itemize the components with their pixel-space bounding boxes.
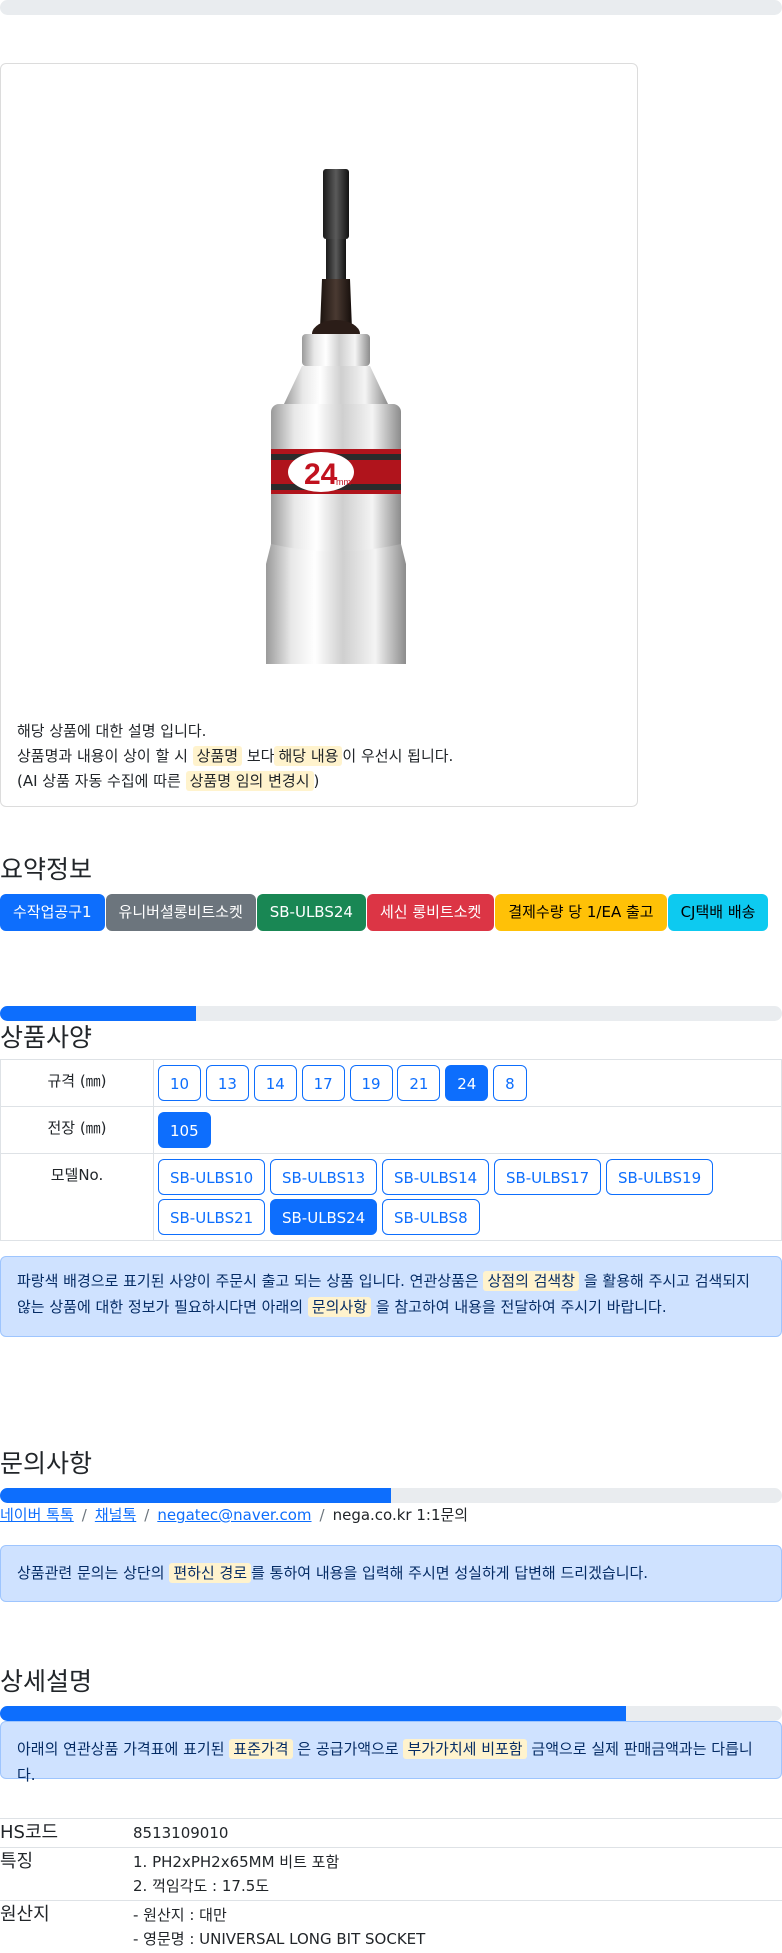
summary-badge: 수작업공구1 bbox=[0, 894, 105, 931]
spec-option-button[interactable]: SB-ULBS8 bbox=[382, 1199, 480, 1235]
spec-row: 전장 (㎜)105 bbox=[1, 1107, 782, 1154]
socket-size-label: 24 bbox=[304, 458, 338, 491]
top-progress-bar bbox=[0, 0, 782, 15]
channel-talk-link[interactable]: 채널톡 bbox=[95, 1506, 136, 1524]
detail-value-line: 8513109010 bbox=[133, 1821, 782, 1845]
spec-option-button[interactable]: 24 bbox=[445, 1065, 488, 1101]
spec-option-button[interactable]: 21 bbox=[397, 1065, 440, 1101]
spec-row-label: 규격 (㎜) bbox=[1, 1060, 154, 1107]
spec-option-button[interactable]: 10 bbox=[158, 1065, 201, 1101]
note-line-2: 상품명과 내용이 상이 할 시 상품명 보다해당 내용이 우선시 됩니다. bbox=[17, 744, 453, 769]
spec-row-label: 전장 (㎜) bbox=[1, 1107, 154, 1154]
spec-option-button[interactable]: 8 bbox=[493, 1065, 527, 1101]
note-line-3: (AI 상품 자동 수집에 따른 상품명 임의 변경시) bbox=[17, 769, 453, 794]
spec-option-button[interactable]: 17 bbox=[302, 1065, 345, 1101]
inquiry-progress-bar bbox=[0, 1488, 782, 1503]
detail-value-line: - 영문명 : UNIVERSAL LONG BIT SOCKET bbox=[133, 1927, 782, 1951]
site-inquiry-text: nega.co.kr 1:1문의 bbox=[333, 1506, 469, 1524]
highlight-inquiry: 문의사항 bbox=[308, 1297, 371, 1317]
highlight-store-search: 상점의 검색창 bbox=[483, 1271, 579, 1291]
spec-row: 규격 (㎜)10 13 14 17 19 21 24 8 bbox=[1, 1060, 782, 1107]
detail-value: 1. PH2xPH2x65MM 비트 포함2. 꺽임각도 : 17.5도 bbox=[133, 1848, 782, 1901]
highlight-standard-price: 표준가격 bbox=[229, 1739, 292, 1759]
summary-badges: 수작업공구1유니버셜롱비트소켓SB-ULBS24세신 롱비트소켓결제수량 당 1… bbox=[0, 894, 769, 931]
spec-table: 규격 (㎜)10 13 14 17 19 21 24 8 전장 (㎜)105 모… bbox=[0, 1059, 782, 1241]
product-image: 24 mm bbox=[256, 104, 416, 664]
highlight-vat-excluded: 부가가치세 비포함 bbox=[403, 1739, 526, 1759]
detail-value-line: 2. 꺽임각도 : 17.5도 bbox=[133, 1874, 782, 1898]
spec-option-button[interactable]: SB-ULBS21 bbox=[158, 1199, 265, 1235]
note-line-1: 해당 상품에 대한 설명 입니다. bbox=[17, 719, 453, 744]
spec-progress-bar bbox=[0, 1006, 782, 1021]
detail-value: - 원산지 : 대만- 영문명 : UNIVERSAL LONG BIT SOC… bbox=[133, 1901, 782, 1953]
naver-talktalk-link[interactable]: 네이버 톡톡 bbox=[0, 1506, 74, 1524]
highlight-content: 해당 내용 bbox=[274, 746, 342, 766]
detail-key: HS코드 bbox=[0, 1819, 133, 1848]
spec-row-label: 모델No. bbox=[1, 1154, 154, 1241]
spec-option-button[interactable]: SB-ULBS14 bbox=[382, 1159, 489, 1195]
spec-notice: 파랑색 배경으로 표기된 사양이 주문시 출고 되는 상품 입니다. 연관상품은… bbox=[0, 1256, 782, 1337]
spec-title: 상품사양 bbox=[0, 1018, 92, 1054]
detail-key: 특징 bbox=[0, 1848, 133, 1901]
inquiry-notice: 상품관련 문의는 상단의 편하신 경로를 통하여 내용을 입력해 주시면 성실하… bbox=[0, 1545, 782, 1602]
spec-row: 모델No.SB-ULBS10 SB-ULBS13 SB-ULBS14 SB-UL… bbox=[1, 1154, 782, 1241]
summary-badge: 세신 롱비트소켓 bbox=[367, 894, 494, 931]
spec-row-options: 105 bbox=[154, 1107, 782, 1154]
inquiry-title: 문의사항 bbox=[0, 1444, 92, 1480]
product-image-card: 24 mm 해당 상품에 대한 설명 입니다. 상품명과 내용이 상이 할 시 … bbox=[0, 63, 638, 807]
socket-unit-label: mm bbox=[336, 477, 351, 487]
spec-option-button[interactable]: 105 bbox=[158, 1112, 211, 1148]
summary-badge: 결제수량 당 1/EA 출고 bbox=[495, 894, 666, 931]
detail-value-line: - 원산지 : 대만 bbox=[133, 1903, 782, 1927]
detail-table: HS코드8513109010특징1. PH2xPH2x65MM 비트 포함2. … bbox=[0, 1818, 782, 1953]
product-notes: 해당 상품에 대한 설명 입니다. 상품명과 내용이 상이 할 시 상품명 보다… bbox=[17, 719, 453, 794]
inquiry-links: 네이버 톡톡/채널톡/negatec@naver.com/nega.co.kr … bbox=[0, 1504, 468, 1525]
spec-option-button[interactable]: SB-ULBS10 bbox=[158, 1159, 265, 1195]
highlight-product-name: 상품명 bbox=[193, 746, 242, 766]
detail-value: 8513109010 bbox=[133, 1819, 782, 1848]
spec-option-button[interactable]: SB-ULBS13 bbox=[270, 1159, 377, 1195]
spec-row-options: 10 13 14 17 19 21 24 8 bbox=[154, 1060, 782, 1107]
spec-row-options: SB-ULBS10 SB-ULBS13 SB-ULBS14 SB-ULBS17 … bbox=[154, 1154, 782, 1241]
summary-title: 요약정보 bbox=[0, 850, 92, 886]
summary-badge: 유니버셜롱비트소켓 bbox=[106, 894, 256, 931]
spec-option-button[interactable]: 13 bbox=[206, 1065, 249, 1101]
spec-option-button[interactable]: SB-ULBS19 bbox=[606, 1159, 713, 1195]
highlight-route: 편하신 경로 bbox=[169, 1563, 251, 1583]
highlight-name-change: 상품명 임의 변경시 bbox=[186, 771, 314, 791]
detail-row: HS코드8513109010 bbox=[0, 1819, 782, 1848]
spec-option-button[interactable]: 19 bbox=[350, 1065, 393, 1101]
detail-title: 상세설명 bbox=[0, 1662, 92, 1698]
detail-key: 원산지 bbox=[0, 1901, 133, 1953]
summary-badge: CJ택배 배송 bbox=[668, 894, 769, 931]
detail-row: 원산지- 원산지 : 대만- 영문명 : UNIVERSAL LONG BIT … bbox=[0, 1901, 782, 1953]
summary-badge: SB-ULBS24 bbox=[257, 894, 366, 931]
detail-notice: 아래의 연관상품 가격표에 표기된 표준가격 은 공급가액으로 부가가치세 비포… bbox=[0, 1721, 782, 1779]
detail-value-line: 1. PH2xPH2x65MM 비트 포함 bbox=[133, 1850, 782, 1874]
spec-option-button[interactable]: 14 bbox=[254, 1065, 297, 1101]
spec-option-button[interactable]: SB-ULBS24 bbox=[270, 1199, 377, 1235]
inquiry-progress-fill bbox=[0, 1488, 391, 1503]
detail-progress-fill bbox=[0, 1706, 626, 1721]
detail-progress-bar bbox=[0, 1706, 782, 1721]
spec-option-button[interactable]: SB-ULBS17 bbox=[494, 1159, 601, 1195]
detail-row: 특징1. PH2xPH2x65MM 비트 포함2. 꺽임각도 : 17.5도 bbox=[0, 1848, 782, 1901]
email-link[interactable]: negatec@naver.com bbox=[157, 1506, 311, 1524]
